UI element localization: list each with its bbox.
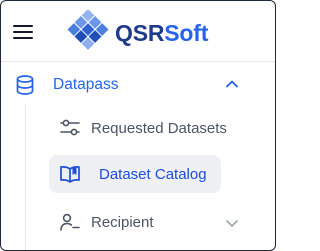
brand-name-part2: Soft	[164, 19, 209, 46]
user-minus-icon	[60, 213, 80, 231]
diamond-logo-icon	[67, 10, 109, 50]
header-divider	[1, 61, 275, 62]
sliders-icon	[60, 119, 80, 136]
section-datapass-label: Datapass	[53, 76, 119, 93]
nav-item-dataset-catalog[interactable]: Dataset Catalog	[49, 155, 221, 193]
open-book-icon	[60, 166, 80, 183]
submenu-rail	[25, 105, 26, 250]
nav-item-label: Dataset Catalog	[99, 166, 207, 183]
hamburger-menu-icon[interactable]	[13, 25, 33, 39]
sidebar-header: QSRSoft	[1, 1, 275, 61]
nav-item-label: Recipient	[91, 214, 154, 231]
sidebar-panel: QSRSoft Datapass Requested Datasets Data…	[0, 0, 276, 251]
database-icon	[16, 75, 34, 95]
brand-name-part1: QSR	[115, 19, 165, 46]
brand-logo[interactable]: QSRSoft	[65, 10, 208, 56]
nav-item-label: Requested Datasets	[91, 120, 227, 137]
nav-item-requested-datasets[interactable]: Requested Datasets	[49, 109, 227, 147]
brand-name: QSRSoft	[115, 20, 208, 47]
section-datapass-toggle[interactable]: Datapass	[1, 65, 275, 103]
chevron-down-icon[interactable]	[225, 216, 239, 230]
chevron-up-icon[interactable]	[225, 77, 239, 91]
nav-item-recipient[interactable]: Recipient	[49, 203, 221, 241]
